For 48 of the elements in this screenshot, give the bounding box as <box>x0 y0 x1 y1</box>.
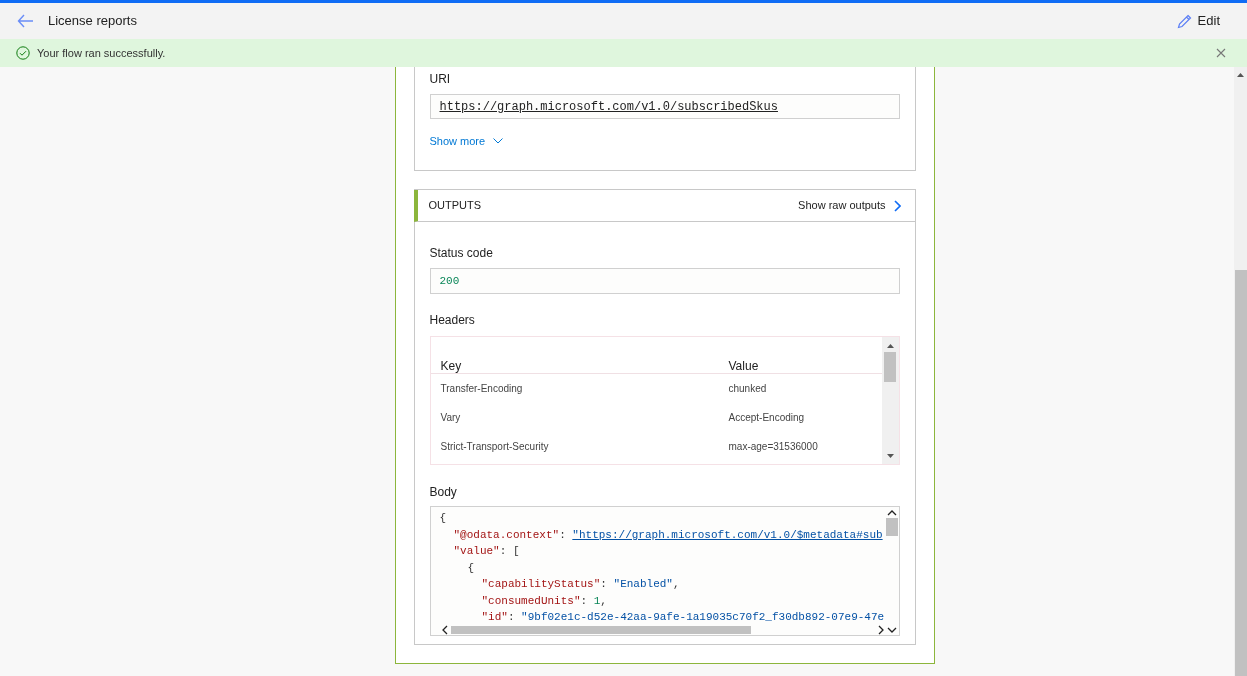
back-arrow-icon <box>17 14 34 28</box>
chevron-left-icon <box>440 625 449 635</box>
page-scrollbar[interactable] <box>1234 67 1247 676</box>
scrollbar[interactable] <box>881 337 899 464</box>
header-key-cell-text: Vary <box>440 411 462 425</box>
flow-title: License reports <box>48 12 137 31</box>
status-code-label: Status code <box>429 245 494 262</box>
column-header: Key <box>440 360 463 373</box>
back-button[interactable] <box>17 14 34 28</box>
code-line: "consumedUnits": 1, <box>480 593 608 609</box>
code-line: "id": "9bf02e1c-d52e-42aa-9afe-1a19035c70f2_f30db892-07e9-47e <box>480 610 884 625</box>
show-raw-outputs-link[interactable]: Show raw outputs <box>798 197 901 214</box>
chevron-down-icon <box>886 626 897 634</box>
header-key-cell-text: Strict-Transport-Security <box>440 440 550 454</box>
column-header: Value <box>728 360 759 373</box>
status-code-field: 200 <box>429 268 900 294</box>
chevron-up-icon <box>886 509 897 517</box>
uri-field: https://graph.microsoft.com/v1.0/subscribedSkus <box>429 94 900 119</box>
header-value-cell-text: chunked <box>728 382 767 396</box>
code-line: "capabilityStatus": "Enabled", <box>480 577 681 592</box>
success-message: Your flow ran successfully. <box>37 45 166 61</box>
scrollbar-thumb[interactable] <box>884 352 896 382</box>
scroll-down-icon <box>886 454 894 458</box>
header-key-cell-text: Transfer-Encoding <box>440 382 524 396</box>
header-value-cell-text: max-age=31536000 <box>728 440 818 454</box>
scrollbar-thumb[interactable] <box>450 626 751 634</box>
headers-label: Headers <box>429 312 476 329</box>
chevron-right-icon <box>876 625 885 635</box>
close-icon <box>1216 48 1226 58</box>
uri-label: URI <box>429 71 452 88</box>
scrollbar-thumb[interactable] <box>1234 270 1247 676</box>
chevron-right-icon <box>893 199 901 212</box>
code-line: { <box>439 511 448 526</box>
header-value-cell-text: Accept-Encoding <box>728 411 805 425</box>
edit-button[interactable]: Edit <box>1176 11 1220 31</box>
scroll-up-icon <box>886 344 894 348</box>
code-line: "value": [ <box>452 544 521 559</box>
code-line: { <box>466 560 476 576</box>
pencil-icon <box>1176 13 1192 29</box>
code-line: "@odata.context": "https://graph.microsoft.com/v1.0/$metadata#sub <box>452 527 884 543</box>
chevron-down-icon <box>493 138 504 145</box>
close-button[interactable] <box>1216 48 1226 58</box>
scroll-up-icon <box>1237 73 1244 77</box>
show-more-link[interactable]: Show more <box>429 133 504 150</box>
check-circle-icon <box>16 46 30 60</box>
outputs-heading: OUTPUTS <box>428 198 482 214</box>
scrollbar-thumb[interactable] <box>885 518 898 536</box>
body-label: Body <box>429 484 458 501</box>
